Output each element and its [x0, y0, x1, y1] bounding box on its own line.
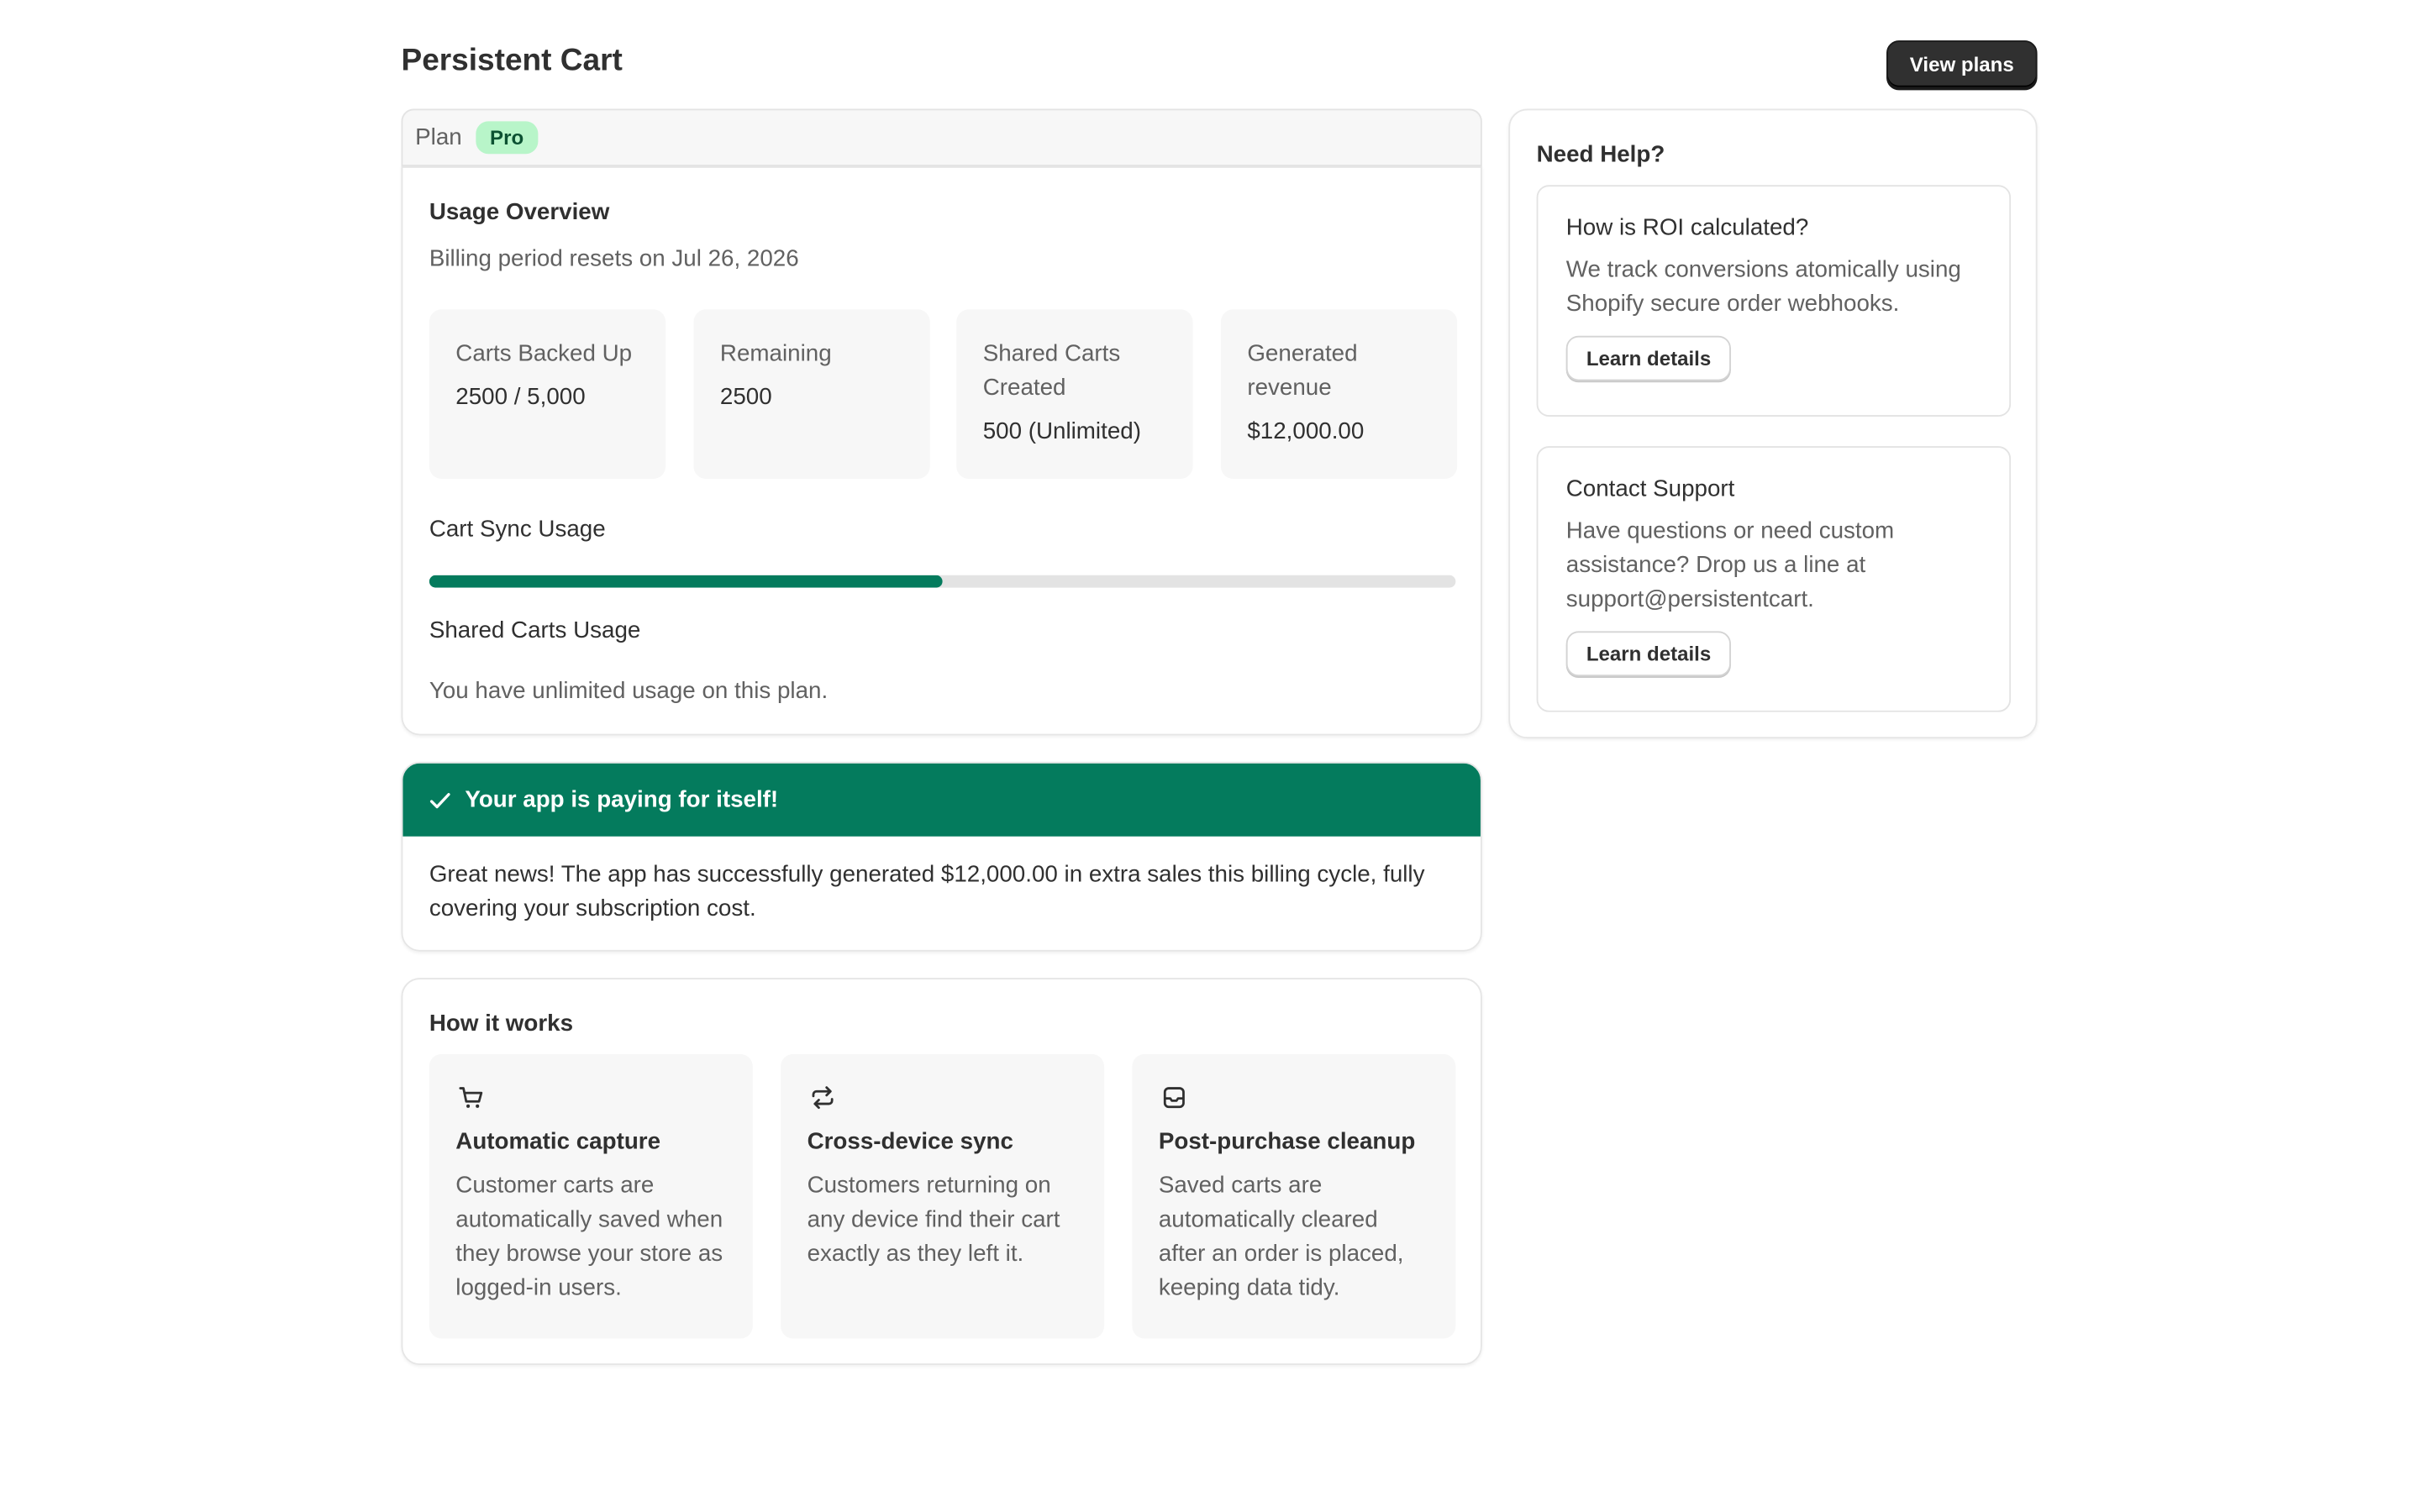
shared-carts-usage-label: Shared Carts Usage	[429, 617, 641, 644]
feature-automatic-capture: Automatic capture Customer carts are aut…	[429, 1053, 753, 1339]
learn-details-button[interactable]: Learn details	[1565, 335, 1732, 381]
unlimited-usage-text: You have unlimited usage on this plan.	[429, 677, 829, 705]
stat-remaining: Remaining 2500	[693, 309, 930, 480]
need-help-heading: Need Help?	[1536, 141, 1665, 168]
usage-overview-card: Usage Overview Billing period resets on …	[401, 166, 1482, 736]
feature-post-purchase-cleanup: Post-purchase cleanup Saved carts are au…	[1132, 1053, 1456, 1339]
banner-header: Your app is paying for itself!	[402, 763, 1481, 837]
stat-value: $12,000.00	[1247, 417, 1365, 445]
cart-sync-progress-bar	[429, 575, 1456, 588]
feature-title: Post-purchase cleanup	[1158, 1128, 1416, 1156]
billing-period-text: Billing period resets on Jul 26, 2026	[429, 245, 799, 272]
page-title: Persistent Cart	[401, 43, 623, 78]
help-title: Contact Support	[1565, 475, 1735, 502]
how-it-works-heading: How it works	[429, 1011, 574, 1037]
help-item-roi: How is ROI calculated? We track conversi…	[1536, 185, 2012, 417]
stat-label: Shared Carts Created	[982, 340, 1121, 402]
cart-sync-progress-fill	[429, 575, 943, 588]
stat-label: Carts Backed Up	[455, 340, 633, 367]
banner-body: Great news! The app has successfully gen…	[429, 861, 1425, 922]
feature-desc: Customers returning on any device find t…	[807, 1172, 1060, 1268]
help-title: How is ROI calculated?	[1565, 214, 1809, 241]
sync-icon	[808, 1082, 839, 1113]
feature-desc: Saved carts are automatically cleared af…	[1158, 1172, 1404, 1302]
feature-desc: Customer carts are automatically saved w…	[455, 1172, 723, 1302]
how-it-works-card: How it works Automatic capture Customer …	[401, 978, 1482, 1366]
need-help-card: Need Help? How is ROI calculated? We tra…	[1508, 108, 2038, 739]
feature-title: Automatic capture	[455, 1128, 661, 1156]
cart-icon	[455, 1082, 487, 1113]
plan-label: Plan	[415, 124, 462, 151]
view-plans-button[interactable]: View plans	[1886, 40, 2038, 89]
banner-title: Your app is paying for itself!	[465, 786, 779, 813]
stat-generated-revenue: Generated revenue $12,000.00	[1220, 309, 1458, 480]
usage-overview-heading: Usage Overview	[429, 198, 610, 226]
stat-carts-backed-up: Carts Backed Up 2500 / 5,000	[429, 309, 666, 480]
help-desc: Have questions or need custom assistance…	[1565, 517, 1895, 613]
stat-label: Generated revenue	[1247, 340, 1358, 402]
stat-value: 500 (Unlimited)	[982, 417, 1141, 445]
help-item-contact-support: Contact Support Have questions or need c…	[1536, 446, 2012, 712]
feature-title: Cross-device sync	[807, 1128, 1013, 1156]
roi-banner: Your app is paying for itself! Great new…	[401, 761, 1482, 952]
plan-bar: Plan Pro	[401, 108, 1482, 167]
inbox-icon	[1159, 1082, 1190, 1113]
app-canvas: Persistent Cart View plans Plan Pro Usag…	[0, 0, 2420, 1493]
stat-shared-carts-created: Shared Carts Created 500 (Unlimited)	[956, 309, 1193, 480]
help-desc: We track conversions atomically using Sh…	[1565, 256, 1961, 318]
feature-cross-device-sync: Cross-device sync Customers returning on…	[781, 1053, 1105, 1339]
stat-value: 2500 / 5,000	[455, 384, 586, 411]
stat-value: 2500	[719, 384, 772, 411]
plan-badge: Pro	[476, 121, 538, 155]
cart-sync-usage-label: Cart Sync Usage	[429, 516, 606, 543]
stat-label: Remaining	[719, 340, 832, 367]
checkmark-icon	[428, 787, 453, 812]
learn-details-button[interactable]: Learn details	[1565, 631, 1732, 677]
